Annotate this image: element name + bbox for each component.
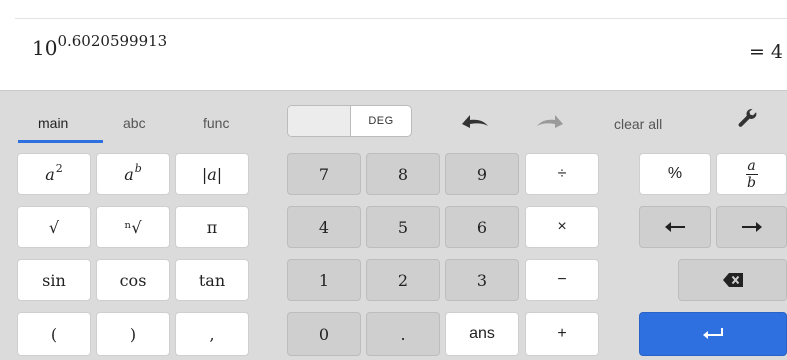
evaluation-result: = 4 bbox=[748, 41, 783, 63]
fraction-glyph: a b bbox=[745, 157, 758, 191]
key-plus[interactable]: + bbox=[525, 312, 599, 356]
key-sin[interactable]: sin bbox=[17, 259, 91, 301]
key-2[interactable]: 2 bbox=[366, 259, 440, 301]
key-minus[interactable]: − bbox=[525, 259, 599, 301]
key-label: a bbox=[45, 164, 55, 184]
key-9[interactable]: 9 bbox=[445, 153, 519, 195]
key-comma[interactable]: , bbox=[175, 312, 249, 356]
tab-func[interactable]: func bbox=[203, 115, 229, 131]
angle-toggle-off[interactable] bbox=[288, 106, 351, 136]
clear-all-button[interactable]: clear all bbox=[614, 116, 662, 132]
fraction-denominator: b bbox=[747, 174, 756, 191]
key-8[interactable]: 8 bbox=[366, 153, 440, 195]
key-nth-root[interactable]: ⁿ√ bbox=[96, 206, 170, 248]
enter-icon bbox=[703, 328, 723, 339]
key-cursor-right[interactable] bbox=[716, 206, 787, 248]
arrow-left-icon bbox=[665, 222, 685, 232]
backspace-icon bbox=[722, 273, 743, 287]
angle-mode-toggle[interactable]: DEG bbox=[287, 105, 412, 137]
key-3[interactable]: 3 bbox=[445, 259, 519, 301]
key-a-power-b[interactable]: ab bbox=[96, 153, 170, 195]
key-sqrt[interactable]: √ bbox=[17, 206, 91, 248]
key-0[interactable]: 0 bbox=[287, 312, 361, 356]
arrow-right-icon bbox=[741, 222, 762, 232]
redo-icon[interactable] bbox=[533, 111, 567, 131]
key-cursor-left[interactable] bbox=[639, 206, 711, 248]
key-divide[interactable]: ÷ bbox=[525, 153, 599, 195]
key-decimal[interactable]: . bbox=[366, 312, 440, 356]
tab-main[interactable]: main bbox=[38, 115, 68, 131]
key-cos[interactable]: cos bbox=[96, 259, 170, 301]
expression-exponent: 0.6020599913 bbox=[57, 32, 168, 50]
key-right-paren[interactable]: ) bbox=[96, 312, 170, 356]
key-5[interactable]: 5 bbox=[366, 206, 440, 248]
keypad: main abc func DEG clear all a2 ab |a| √ … bbox=[0, 90, 787, 360]
key-exponent: b bbox=[134, 161, 142, 175]
key-a-squared[interactable]: a2 bbox=[17, 153, 91, 195]
key-left-paren[interactable]: ( bbox=[17, 312, 91, 356]
key-abs[interactable]: |a| bbox=[175, 153, 249, 195]
key-ans[interactable]: ans bbox=[445, 312, 519, 356]
undo-icon[interactable] bbox=[458, 111, 492, 131]
divider bbox=[15, 18, 787, 19]
tab-abc[interactable]: abc bbox=[123, 115, 146, 131]
key-pi[interactable]: π bbox=[175, 206, 249, 248]
wrench-icon[interactable] bbox=[736, 107, 758, 129]
expression-input[interactable]: 100.6020599913 bbox=[32, 32, 167, 60]
key-6[interactable]: 6 bbox=[445, 206, 519, 248]
key-enter[interactable] bbox=[639, 312, 787, 356]
angle-toggle-label[interactable]: DEG bbox=[351, 106, 411, 136]
fraction-numerator: a bbox=[747, 157, 756, 174]
key-exponent: 2 bbox=[55, 161, 63, 175]
key-percent[interactable]: % bbox=[639, 153, 711, 195]
expression-base: 10 bbox=[32, 36, 58, 60]
key-label: a bbox=[124, 164, 134, 184]
expression-area[interactable]: 100.6020599913 = 4 bbox=[0, 0, 787, 90]
key-1[interactable]: 1 bbox=[287, 259, 361, 301]
key-backspace[interactable] bbox=[678, 259, 787, 301]
active-tab-indicator bbox=[18, 140, 103, 143]
key-multiply[interactable]: × bbox=[525, 206, 599, 248]
key-tan[interactable]: tan bbox=[175, 259, 249, 301]
key-fraction[interactable]: a b bbox=[716, 153, 787, 195]
key-7[interactable]: 7 bbox=[287, 153, 361, 195]
key-4[interactable]: 4 bbox=[287, 206, 361, 248]
